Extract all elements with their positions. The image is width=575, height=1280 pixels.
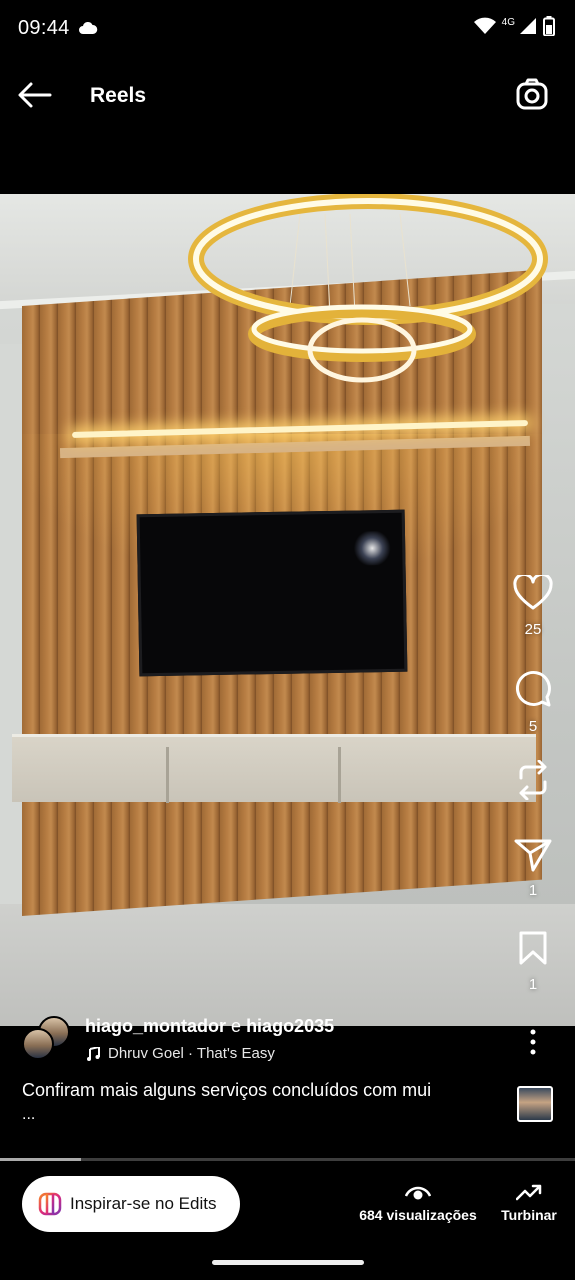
username-link[interactable]: hiago_montador bbox=[85, 1016, 226, 1036]
repost-icon bbox=[519, 760, 547, 800]
post-caption-area: hiago_montador e hiago2035 Dhruv Goel · … bbox=[0, 1016, 575, 1158]
collab-avatars[interactable] bbox=[22, 1016, 74, 1064]
bookmark-icon bbox=[519, 931, 547, 965]
music-note-icon bbox=[87, 1046, 100, 1061]
comment-count: 5 bbox=[528, 718, 538, 735]
save-count: 1 bbox=[528, 976, 538, 993]
back-arrow-icon[interactable] bbox=[16, 80, 52, 110]
status-icons: 4G bbox=[473, 16, 555, 36]
trend-up-icon bbox=[516, 1184, 542, 1201]
edits-logo-icon bbox=[38, 1192, 62, 1216]
cloud-icon bbox=[78, 21, 97, 34]
save-button[interactable]: 1 bbox=[513, 930, 553, 993]
author-line: hiago_montador e hiago2035 bbox=[85, 1016, 334, 1037]
edits-label: Inspirar-se no Edits bbox=[70, 1194, 217, 1213]
status-time: 09:44 bbox=[18, 16, 70, 39]
signal-icon bbox=[520, 18, 536, 34]
bottom-bar: Inspirar-se no Edits 684 visualizações T… bbox=[0, 1161, 575, 1280]
boost-button[interactable]: Turbinar bbox=[498, 1183, 560, 1223]
floating-cabinet bbox=[12, 734, 536, 803]
cabinet-divider bbox=[338, 747, 341, 803]
home-indicator[interactable] bbox=[212, 1260, 364, 1265]
heart-icon bbox=[513, 575, 553, 610]
audio-title: Dhruv Goel · That's Easy bbox=[108, 1045, 275, 1062]
audio-track[interactable]: Dhruv Goel · That's Easy bbox=[86, 1045, 275, 1062]
eye-icon bbox=[405, 1186, 431, 1200]
send-icon bbox=[514, 839, 552, 872]
conjunction: e bbox=[231, 1016, 242, 1036]
network-type: 4G bbox=[501, 16, 515, 28]
header: Reels bbox=[0, 56, 575, 136]
views-stat[interactable]: 684 visualizações bbox=[356, 1183, 480, 1223]
television bbox=[136, 509, 408, 677]
share-count: 1 bbox=[528, 882, 538, 899]
views-count: 684 visualizações bbox=[359, 1207, 477, 1223]
caption-more[interactable]: ... bbox=[22, 1106, 35, 1124]
status-bar: 09:44 4G bbox=[0, 0, 575, 56]
battery-icon bbox=[543, 16, 555, 36]
ring-chandelier bbox=[188, 194, 548, 383]
boost-label: Turbinar bbox=[501, 1207, 557, 1223]
profile-thumbnail[interactable] bbox=[517, 1086, 553, 1122]
more-options-icon[interactable] bbox=[523, 1028, 543, 1056]
page-title: Reels bbox=[90, 84, 147, 107]
wifi-icon bbox=[473, 17, 496, 34]
share-button[interactable]: 1 bbox=[513, 838, 553, 899]
camera-icon[interactable] bbox=[515, 78, 549, 112]
edits-button[interactable]: Inspirar-se no Edits bbox=[22, 1176, 240, 1232]
like-count: 25 bbox=[524, 621, 542, 638]
floor-tiles bbox=[0, 904, 575, 1026]
comment-button[interactable]: 5 bbox=[513, 670, 553, 735]
reel-video[interactable] bbox=[0, 194, 575, 1026]
like-button[interactable]: 25 bbox=[513, 575, 553, 638]
tv-reflection bbox=[351, 530, 393, 566]
comment-icon bbox=[516, 671, 551, 707]
repost-button[interactable] bbox=[513, 760, 553, 800]
cabinet-divider bbox=[166, 747, 169, 803]
avatar bbox=[22, 1028, 54, 1060]
caption-text[interactable]: Confiram mais alguns serviços concluídos… bbox=[22, 1080, 502, 1101]
username-link[interactable]: hiago2035 bbox=[246, 1016, 334, 1036]
